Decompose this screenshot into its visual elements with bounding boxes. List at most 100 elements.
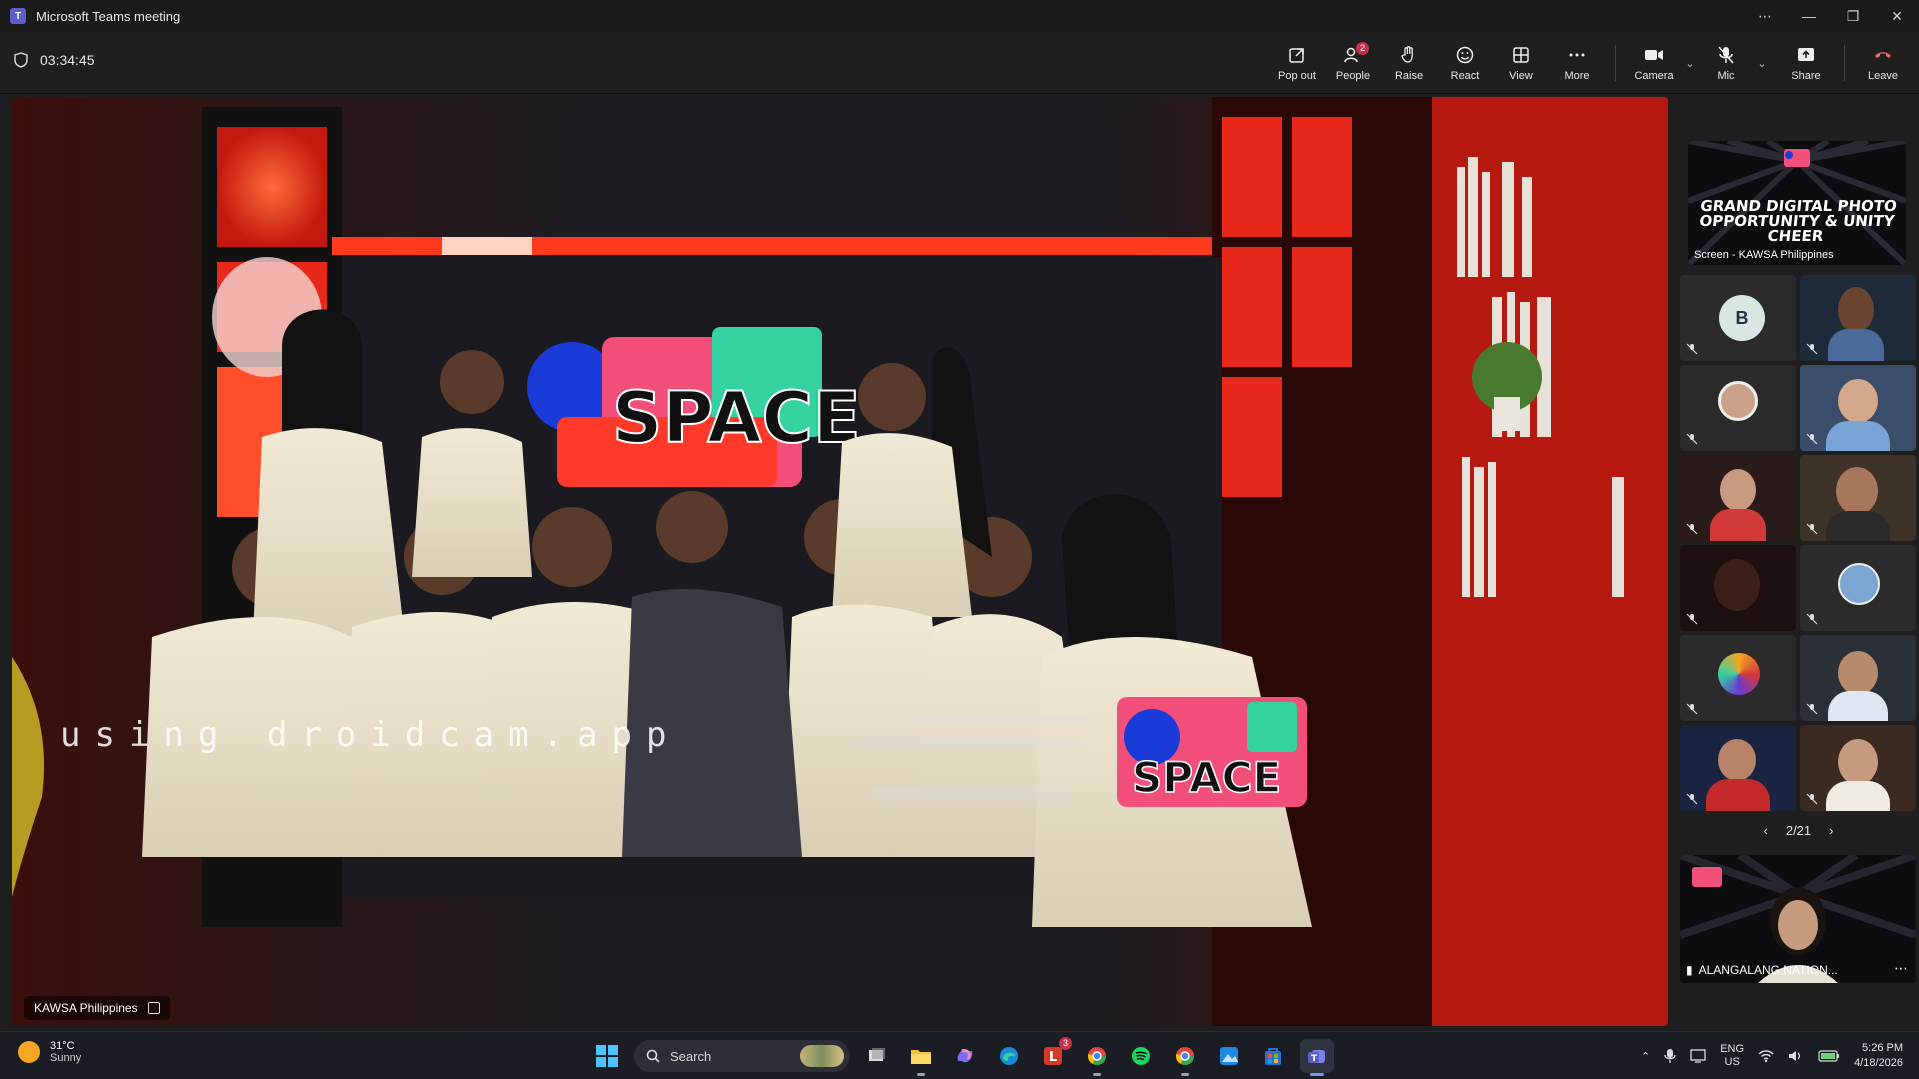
weather-desc: Sunny bbox=[50, 1052, 82, 1064]
volume-icon[interactable] bbox=[1788, 1049, 1804, 1063]
participant-tile[interactable] bbox=[1800, 275, 1916, 361]
participant-tile[interactable] bbox=[1800, 545, 1916, 631]
participant-video bbox=[1718, 739, 1756, 781]
camera-button[interactable]: Camera bbox=[1626, 32, 1682, 94]
screen-share-icon bbox=[147, 1002, 160, 1014]
participant-photo bbox=[1838, 563, 1880, 605]
participant-tile[interactable] bbox=[1680, 635, 1796, 721]
more-icon bbox=[1569, 53, 1585, 56]
participant-tile[interactable] bbox=[1800, 635, 1916, 721]
meeting-timer: 03:34:45 bbox=[14, 52, 95, 68]
spotify-icon[interactable] bbox=[1124, 1039, 1158, 1073]
mic-off-icon bbox=[1686, 343, 1698, 355]
minimize-button[interactable]: — bbox=[1787, 0, 1831, 32]
share-button[interactable]: Share bbox=[1778, 32, 1834, 94]
taskbar-search[interactable]: Search bbox=[634, 1040, 850, 1072]
participant-tile[interactable] bbox=[1680, 725, 1796, 811]
pop-out-icon bbox=[1289, 47, 1304, 63]
participant-video bbox=[1838, 651, 1878, 695]
teams-app-icon[interactable]: T bbox=[1300, 1039, 1334, 1076]
mic-off-icon bbox=[1686, 523, 1698, 535]
participant-video bbox=[1838, 739, 1878, 785]
self-view-tile[interactable]: ▮ ALANGALANG NATION... ⋯ bbox=[1680, 855, 1916, 983]
react-label: React bbox=[1450, 69, 1480, 82]
windows-taskbar: 31°C Sunny Search L3 T ⌃ ENG US 5:26 PM … bbox=[0, 1031, 1919, 1079]
region-code: US bbox=[1724, 1056, 1740, 1068]
copilot-icon[interactable] bbox=[948, 1039, 982, 1073]
search-placeholder: Search bbox=[670, 1048, 712, 1064]
chrome-profile-icon[interactable] bbox=[1168, 1039, 1202, 1076]
mic-button[interactable]: Mic bbox=[1698, 32, 1754, 94]
weather-temp: 31°C bbox=[50, 1040, 75, 1052]
pop-out-label: Pop out bbox=[1278, 69, 1316, 82]
react-button[interactable]: React bbox=[1437, 32, 1493, 94]
participant-body bbox=[1826, 421, 1890, 451]
store-icon[interactable] bbox=[1256, 1039, 1290, 1073]
prev-page-chevron-icon[interactable]: ‹ bbox=[1764, 823, 1768, 838]
close-button[interactable]: ✕ bbox=[1875, 0, 1919, 32]
people-button[interactable]: 2 People bbox=[1325, 32, 1381, 94]
window-controls: ⋯ — ❐ ✕ bbox=[1743, 0, 1919, 32]
participant-body bbox=[1828, 329, 1884, 361]
stage-participant-label: KAWSA Philippines bbox=[24, 996, 170, 1020]
language-indicator[interactable]: ENG US bbox=[1720, 1043, 1744, 1069]
grid-icon bbox=[1513, 46, 1529, 63]
participants-panel: GRAND DIGITAL PHOTO OPPORTUNITY & UNITY … bbox=[1678, 97, 1919, 1026]
share-icon bbox=[1798, 47, 1814, 61]
participant-tile[interactable]: B bbox=[1680, 275, 1796, 361]
file-explorer-icon[interactable] bbox=[904, 1039, 938, 1076]
pop-out-button[interactable]: Pop out bbox=[1269, 32, 1325, 94]
participant-video bbox=[1836, 467, 1878, 515]
chevron-up-icon[interactable]: ⌃ bbox=[1641, 1050, 1650, 1063]
participant-tile[interactable] bbox=[1800, 365, 1916, 451]
participant-tile[interactable] bbox=[1680, 545, 1796, 631]
svg-text:T: T bbox=[1311, 1054, 1318, 1064]
people-count-badge: 2 bbox=[1356, 42, 1369, 55]
participant-video bbox=[1720, 469, 1756, 511]
next-page-chevron-icon[interactable]: › bbox=[1829, 823, 1833, 838]
microphone-icon[interactable] bbox=[1664, 1048, 1676, 1064]
battery-icon[interactable] bbox=[1818, 1050, 1840, 1062]
wifi-icon[interactable] bbox=[1758, 1049, 1774, 1063]
participant-body bbox=[1828, 691, 1888, 721]
participant-video bbox=[1714, 559, 1760, 611]
view-button[interactable]: View bbox=[1493, 32, 1549, 94]
more-label: More bbox=[1564, 69, 1590, 82]
participant-tile[interactable] bbox=[1680, 455, 1796, 541]
notification-app-icon[interactable]: L3 bbox=[1036, 1037, 1072, 1073]
mic-off-icon bbox=[1718, 45, 1734, 64]
windows-start-icon[interactable] bbox=[590, 1039, 624, 1073]
display-icon[interactable] bbox=[1690, 1049, 1706, 1063]
screen-share-tile[interactable]: GRAND DIGITAL PHOTO OPPORTUNITY & UNITY … bbox=[1688, 141, 1906, 265]
participant-tile[interactable] bbox=[1680, 365, 1796, 451]
mic-off-icon bbox=[1686, 703, 1698, 715]
leave-button[interactable]: Leave bbox=[1855, 32, 1911, 94]
mic-options-chevron-icon[interactable]: ⌄ bbox=[1754, 32, 1770, 94]
tile-more-icon[interactable]: ⋯ bbox=[1894, 960, 1908, 977]
more-button[interactable]: More bbox=[1549, 32, 1605, 94]
self-view-label: ▮ ALANGALANG NATION... bbox=[1686, 963, 1838, 977]
participant-tile[interactable] bbox=[1800, 455, 1916, 541]
task-view-icon[interactable] bbox=[860, 1039, 894, 1073]
screen-share-heading: GRAND DIGITAL PHOTO OPPORTUNITY & UNITY … bbox=[1688, 197, 1906, 245]
view-label: View bbox=[1509, 69, 1533, 82]
camera-options-chevron-icon[interactable]: ⌄ bbox=[1682, 32, 1698, 94]
more-options-icon[interactable]: ⋯ bbox=[1743, 0, 1787, 32]
photos-app-icon[interactable] bbox=[1212, 1039, 1246, 1073]
taskbar-clock[interactable]: 5:26 PM 4/18/2026 bbox=[1854, 1041, 1903, 1071]
participant-photo bbox=[1718, 653, 1760, 695]
main-video-stage[interactable]: SPACE SPACE using droidcam.app KAWSA Phi… bbox=[12, 97, 1668, 1026]
svg-text:SPACE: SPACE bbox=[1132, 753, 1281, 802]
self-view-name: ALANGALANG NATION... bbox=[1698, 963, 1838, 977]
mic-off-icon bbox=[1686, 433, 1698, 445]
weather-widget[interactable]: 31°C Sunny bbox=[18, 1040, 81, 1064]
participant-tile[interactable] bbox=[1800, 725, 1916, 811]
participant-body bbox=[1706, 779, 1770, 811]
participant-photo bbox=[1718, 381, 1758, 421]
mic-off-icon bbox=[1806, 703, 1818, 715]
chrome-icon[interactable] bbox=[1080, 1039, 1114, 1076]
raise-hand-button[interactable]: Raise bbox=[1381, 32, 1437, 94]
maximize-button[interactable]: ❐ bbox=[1831, 0, 1875, 32]
shield-icon bbox=[14, 52, 28, 68]
edge-browser-icon[interactable] bbox=[992, 1039, 1026, 1073]
